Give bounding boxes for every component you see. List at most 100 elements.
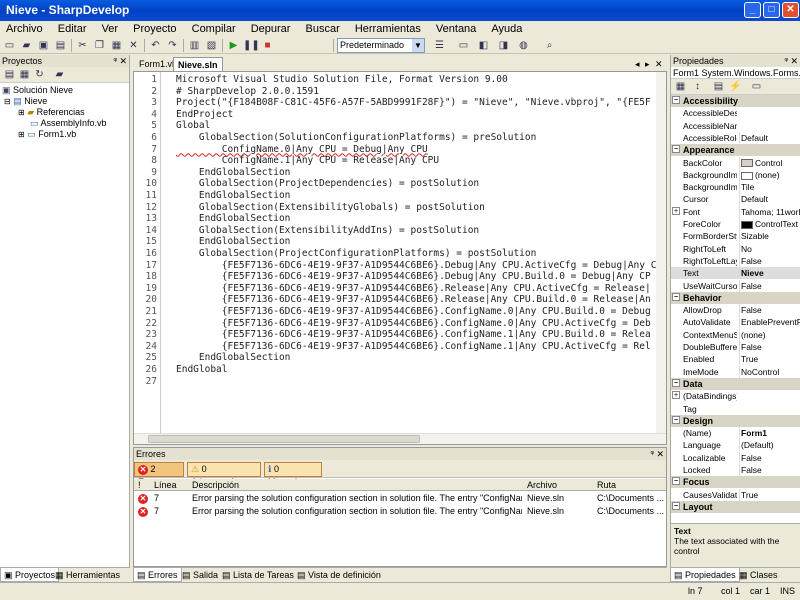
code-line[interactable]: Project("{F184B08F-C81C-45F6-A57F-5ABD99… <box>176 97 651 108</box>
code-line[interactable]: {FE5F7136-6DC6-4E19-9F37-A1D9544C6BE6}.C… <box>176 306 651 317</box>
property-row[interactable]: BackColor Control <box>671 156 800 169</box>
tab-vista-de-definicion[interactable]: ▤ Vista de definición <box>294 568 384 582</box>
collapse-icon[interactable]: − <box>672 292 680 301</box>
pin-icon[interactable]: ᵠ <box>784 55 788 67</box>
delete-icon[interactable]: ✕ <box>126 38 141 53</box>
property-row[interactable]: AccessibleRole Default <box>671 131 800 144</box>
code-line[interactable]: Microsoft Visual Studio Solution File, F… <box>176 74 508 85</box>
property-row[interactable]: Localizable False <box>671 451 800 464</box>
table-row[interactable]: ✕ 7 Error parsing the solution configura… <box>134 492 666 504</box>
property-value-cell[interactable]: (none) <box>739 328 800 341</box>
tab-nieve-sln[interactable]: Nieve.sln <box>173 57 223 71</box>
code-line[interactable]: Global <box>176 120 210 131</box>
collapse-icon[interactable]: − <box>672 415 680 424</box>
property-row[interactable]: Language (Default) <box>671 439 800 452</box>
property-row[interactable]: ContextMenuS (none) <box>671 328 800 341</box>
tree-item-references[interactable]: ⊞ ▰ Referencias <box>0 107 129 118</box>
expand-icon[interactable]: ⊟ <box>4 97 11 106</box>
bookmark-clear-icon[interactable]: ◍ <box>516 38 531 53</box>
property-row[interactable]: Text Nieve <box>671 267 800 280</box>
property-row[interactable]: Enabled True <box>671 353 800 366</box>
code-line[interactable]: {FE5F7136-6DC6-4E19-9F37-A1D9544C6BE6}.C… <box>176 318 651 329</box>
property-row[interactable]: AutoValidate EnablePreventFoc <box>671 316 800 329</box>
property-value-cell[interactable]: (Default) <box>739 439 800 452</box>
properties-view-icon[interactable]: ▤ <box>711 79 726 94</box>
property-row[interactable]: BackgroundIma (none) <box>671 168 800 181</box>
property-category[interactable]: − Appearance <box>671 144 800 157</box>
collapse-icon[interactable]: − <box>672 477 680 486</box>
column-header[interactable]: ! <box>138 479 148 491</box>
code-line[interactable]: EndGlobalSection <box>176 236 291 247</box>
redo-icon[interactable]: ↷ <box>165 38 180 53</box>
code-line[interactable]: {FE5F7136-6DC6-4E19-9F37-A1D9544C6BE6}.R… <box>176 294 651 305</box>
property-row[interactable]: RightToLeftLay False <box>671 254 800 267</box>
bookmark-prev-icon[interactable]: ◧ <box>476 38 491 53</box>
code-line[interactable]: {FE5F7136-6DC6-4E19-9F37-A1D9544C6BE6}.D… <box>176 271 651 282</box>
tab-errores[interactable]: ▤ Errores <box>133 568 182 582</box>
property-row[interactable]: + Font Tahoma; 11world <box>671 205 800 218</box>
bookmark-icon[interactable]: ▭ <box>456 38 471 53</box>
code-line[interactable]: EndGlobalSection <box>176 167 291 178</box>
close-document-icon[interactable]: ✕ <box>651 57 667 71</box>
tree-item-form1[interactable]: ⊞ ▭ Form1.vb <box>0 129 129 140</box>
save-icon[interactable]: ▣ <box>36 38 51 53</box>
minimize-button[interactable]: _ <box>744 2 761 18</box>
run-icon[interactable]: ▶ <box>226 38 241 53</box>
code-line[interactable]: GlobalSection(ProjectDependencies) = pos… <box>176 178 479 189</box>
property-value-cell[interactable]: False <box>739 254 800 267</box>
property-row[interactable]: AllowDrop False <box>671 304 800 317</box>
pin-icon[interactable]: ᵠ <box>113 55 117 67</box>
menu-ayuda[interactable]: Ayuda <box>485 21 528 37</box>
code-line[interactable]: GlobalSection(SolutionConfigurationPlatf… <box>176 132 536 143</box>
expand-icon[interactable]: ⊞ <box>18 130 25 139</box>
new-folder-icon[interactable]: ▰ <box>52 67 67 82</box>
code-line[interactable]: {FE5F7136-6DC6-4E19-9F37-A1D9544C6BE6}.C… <box>176 341 651 352</box>
property-row[interactable]: UseWaitCursor False <box>671 279 800 292</box>
code-line[interactable]: # SharpDevelop 2.0.0.1591 <box>176 86 319 97</box>
column-header[interactable]: Archivo <box>527 479 597 491</box>
property-row[interactable]: FormBorderSty Sizable <box>671 230 800 243</box>
close-icon[interactable]: ✕ <box>119 55 127 67</box>
property-row[interactable]: RightToLeft No <box>671 242 800 255</box>
code-line[interactable]: EndGlobal <box>176 364 227 375</box>
maximize-button[interactable]: □ <box>763 2 780 18</box>
copy-icon[interactable]: ❐ <box>92 38 107 53</box>
menu-herramientas[interactable]: Herramientas <box>349 21 427 37</box>
code-line[interactable]: EndGlobalSection <box>176 352 291 363</box>
properties-icon[interactable]: ▤ <box>2 67 17 82</box>
open-folder-icon[interactable]: ▰ <box>19 38 34 53</box>
column-header[interactable]: Descripción <box>192 479 522 491</box>
column-header[interactable]: Línea <box>154 479 184 491</box>
collapse-icon[interactable]: − <box>672 501 680 510</box>
collapse-icon[interactable]: − <box>672 96 680 104</box>
menu-ventana[interactable]: Ventana <box>430 21 482 37</box>
tab-lista-de-tareas[interactable]: ▤ Lista de Tareas <box>219 568 297 582</box>
pause-icon[interactable]: ❚❚ <box>243 38 260 53</box>
code-line[interactable]: EndGlobalSection <box>176 213 291 224</box>
tree-item-assemblyinfo[interactable]: ▭ AssemblyInfo.vb <box>0 118 129 129</box>
filter-warnings-button[interactable]: ⚠ 0 Advertencias <box>187 462 261 487</box>
property-value-cell[interactable]: NoControl <box>739 365 800 378</box>
table-row[interactable]: ✕ 7 Error parsing the solution configura… <box>134 505 666 517</box>
code-line[interactable]: EndGlobalSection <box>176 190 291 201</box>
column-header[interactable]: Ruta <box>597 479 667 491</box>
property-value-cell[interactable]: Tahoma; 11world <box>739 205 800 218</box>
property-value-cell[interactable]: False <box>739 279 800 292</box>
expand-icon[interactable]: + <box>672 391 680 400</box>
tab-salida[interactable]: ▤ Salida <box>179 568 221 582</box>
property-row[interactable]: Cursor Default <box>671 193 800 206</box>
configuration-select[interactable]: Predeterminado ▼ <box>337 38 425 53</box>
cut-icon[interactable]: ✂ <box>75 38 90 53</box>
stop-icon[interactable]: ■ <box>260 38 275 53</box>
property-category[interactable]: − Layout <box>671 500 800 513</box>
property-row[interactable]: AccessibleDesc <box>671 107 800 119</box>
property-category[interactable]: − Design <box>671 414 800 427</box>
property-value-cell[interactable]: Nieve <box>739 267 800 280</box>
show-all-icon[interactable]: ▦ <box>17 67 32 82</box>
new-file-icon[interactable]: ▭ <box>2 38 17 53</box>
bookmark-next-icon[interactable]: ◨ <box>496 38 511 53</box>
alphabetical-icon[interactable]: ↕ <box>690 79 705 94</box>
menu-archivo[interactable]: Archivo <box>0 21 49 37</box>
property-value-cell[interactable]: No <box>739 242 800 255</box>
menu-editar[interactable]: Editar <box>52 21 93 37</box>
